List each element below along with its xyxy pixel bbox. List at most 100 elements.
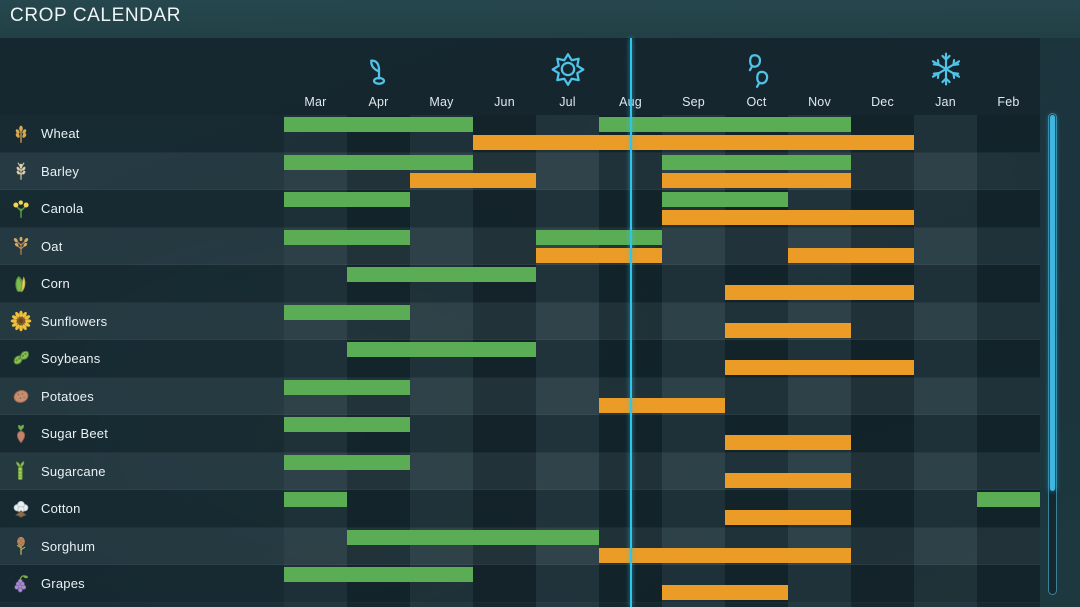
sprout-icon [352, 46, 406, 92]
crop-row-label[interactable]: Barley [0, 153, 284, 191]
sunflower-icon [10, 310, 32, 332]
month-label-apr[interactable]: Apr [347, 95, 410, 111]
harvest-bar[interactable] [599, 547, 851, 563]
cotton-icon [10, 498, 32, 520]
table-row[interactable]: Soybeans [0, 340, 1040, 378]
harvest-bar[interactable] [662, 172, 851, 188]
table-row[interactable]: Wheat [0, 115, 1040, 153]
crop-row-label[interactable]: Grapes [0, 565, 284, 603]
table-row[interactable]: Sunflowers [0, 302, 1040, 341]
month-label-jul[interactable]: Jul [536, 95, 599, 111]
crop-name: Barley [41, 163, 80, 179]
harvest-bar[interactable] [788, 247, 914, 263]
title-bar: CROP CALENDAR [0, 0, 1080, 38]
table-row[interactable]: Sugar Beet [0, 415, 1040, 453]
planting-bar[interactable] [284, 417, 410, 432]
planting-bar[interactable] [662, 192, 788, 207]
harvest-bar[interactable] [725, 360, 914, 375]
grapes-icon [10, 573, 32, 595]
planting-bar[interactable] [347, 342, 536, 357]
harvest-bar[interactable] [662, 210, 914, 225]
table-row[interactable]: Sugarcane [0, 452, 1040, 491]
crop-name: Grapes [41, 576, 85, 592]
crop-name: Oat [41, 238, 63, 254]
sugar-beet-icon [10, 423, 32, 445]
crop-row-label[interactable]: Sorghum [0, 528, 284, 566]
crop-row-label[interactable]: Sugar Beet [0, 415, 284, 453]
month-label-dec[interactable]: Dec [851, 95, 914, 111]
vertical-scrollbar-thumb[interactable] [1050, 115, 1055, 491]
harvest-bar[interactable] [725, 510, 851, 525]
crop-name: Sunflowers [41, 313, 108, 329]
snowflake-icon [919, 46, 973, 92]
crop-row-label[interactable]: Sunflowers [0, 303, 284, 341]
planting-bar[interactable] [284, 229, 410, 245]
crop-row-label[interactable]: Soybeans [0, 340, 284, 378]
month-label-sep[interactable]: Sep [662, 95, 725, 111]
planting-bar[interactable] [977, 492, 1040, 507]
planting-bar[interactable] [284, 117, 473, 132]
harvest-bar[interactable] [725, 285, 914, 300]
table-row[interactable]: Sorghum [0, 527, 1040, 566]
table-row[interactable]: Oat [0, 227, 1040, 266]
table-row[interactable]: Grapes [0, 565, 1040, 603]
crop-row-label[interactable]: Wheat [0, 115, 284, 153]
table-row[interactable]: Barley [0, 152, 1040, 191]
crop-row-label[interactable]: Potatoes [0, 378, 284, 416]
potato-icon [10, 385, 32, 407]
month-label-jan[interactable]: Jan [914, 95, 977, 111]
month-label-mar[interactable]: Mar [284, 95, 347, 111]
sun-icon [541, 46, 595, 92]
harvest-bar[interactable] [599, 397, 725, 413]
table-row[interactable]: Canola [0, 190, 1040, 228]
table-row[interactable]: Potatoes [0, 377, 1040, 416]
month-label-nov[interactable]: Nov [788, 95, 851, 111]
planting-bar[interactable] [347, 529, 599, 545]
planting-bar[interactable] [284, 567, 473, 582]
barley-icon [10, 160, 32, 182]
planting-bar[interactable] [284, 379, 410, 395]
planting-bar[interactable] [284, 492, 347, 507]
crop-name: Sugarcane [41, 463, 106, 479]
harvest-bar[interactable] [725, 472, 851, 488]
harvest-bar[interactable] [725, 435, 851, 450]
calendar-panel: MarAprMayJunJulAugSepOctNovDecJanFeb Whe… [0, 38, 1040, 607]
crop-name: Sugar Beet [41, 426, 109, 442]
crop-row-label[interactable]: Oat [0, 228, 284, 266]
planting-bar[interactable] [662, 154, 851, 170]
planting-bar[interactable] [284, 192, 410, 207]
crop-calendar-screen: CROP CALENDAR MarAprMayJunJulAugSepOctNo… [0, 0, 1080, 607]
sorghum-icon [10, 535, 32, 557]
month-label-jun[interactable]: Jun [473, 95, 536, 111]
calendar-rows: Wheat Barley Canola Oat Corn Sunflowers Soybea… [0, 115, 1040, 607]
row-divider [0, 601, 1040, 603]
month-label-may[interactable]: May [410, 95, 473, 111]
crop-name: Cotton [41, 501, 81, 517]
crop-name: Potatoes [41, 388, 94, 404]
table-row[interactable]: Corn [0, 265, 1040, 303]
planting-bar[interactable] [284, 304, 410, 320]
planting-bar[interactable] [599, 117, 851, 132]
harvest-bar[interactable] [725, 322, 851, 338]
crop-row-label[interactable]: Corn [0, 265, 284, 303]
crop-row-label[interactable]: Cotton [0, 490, 284, 528]
sugarcane-icon [10, 460, 32, 482]
crop-row-label[interactable]: Sugarcane [0, 453, 284, 491]
soybean-icon [10, 348, 32, 370]
month-label-feb[interactable]: Feb [977, 95, 1040, 111]
harvest-bar[interactable] [473, 135, 914, 150]
planting-bar[interactable] [347, 267, 536, 282]
month-label-oct[interactable]: Oct [725, 95, 788, 111]
right-gutter [1040, 38, 1080, 607]
table-row[interactable]: Cotton [0, 490, 1040, 528]
harvest-bar[interactable] [662, 585, 788, 600]
harvest-bar[interactable] [536, 247, 662, 263]
harvest-bar[interactable] [410, 172, 536, 188]
vertical-scrollbar-track[interactable] [1048, 113, 1057, 595]
planting-bar[interactable] [284, 154, 473, 170]
planting-bar[interactable] [536, 229, 662, 245]
planting-bar[interactable] [284, 454, 410, 470]
corn-icon [10, 273, 32, 295]
crop-row-label[interactable]: Canola [0, 190, 284, 228]
crop-name: Sorghum [41, 538, 96, 554]
